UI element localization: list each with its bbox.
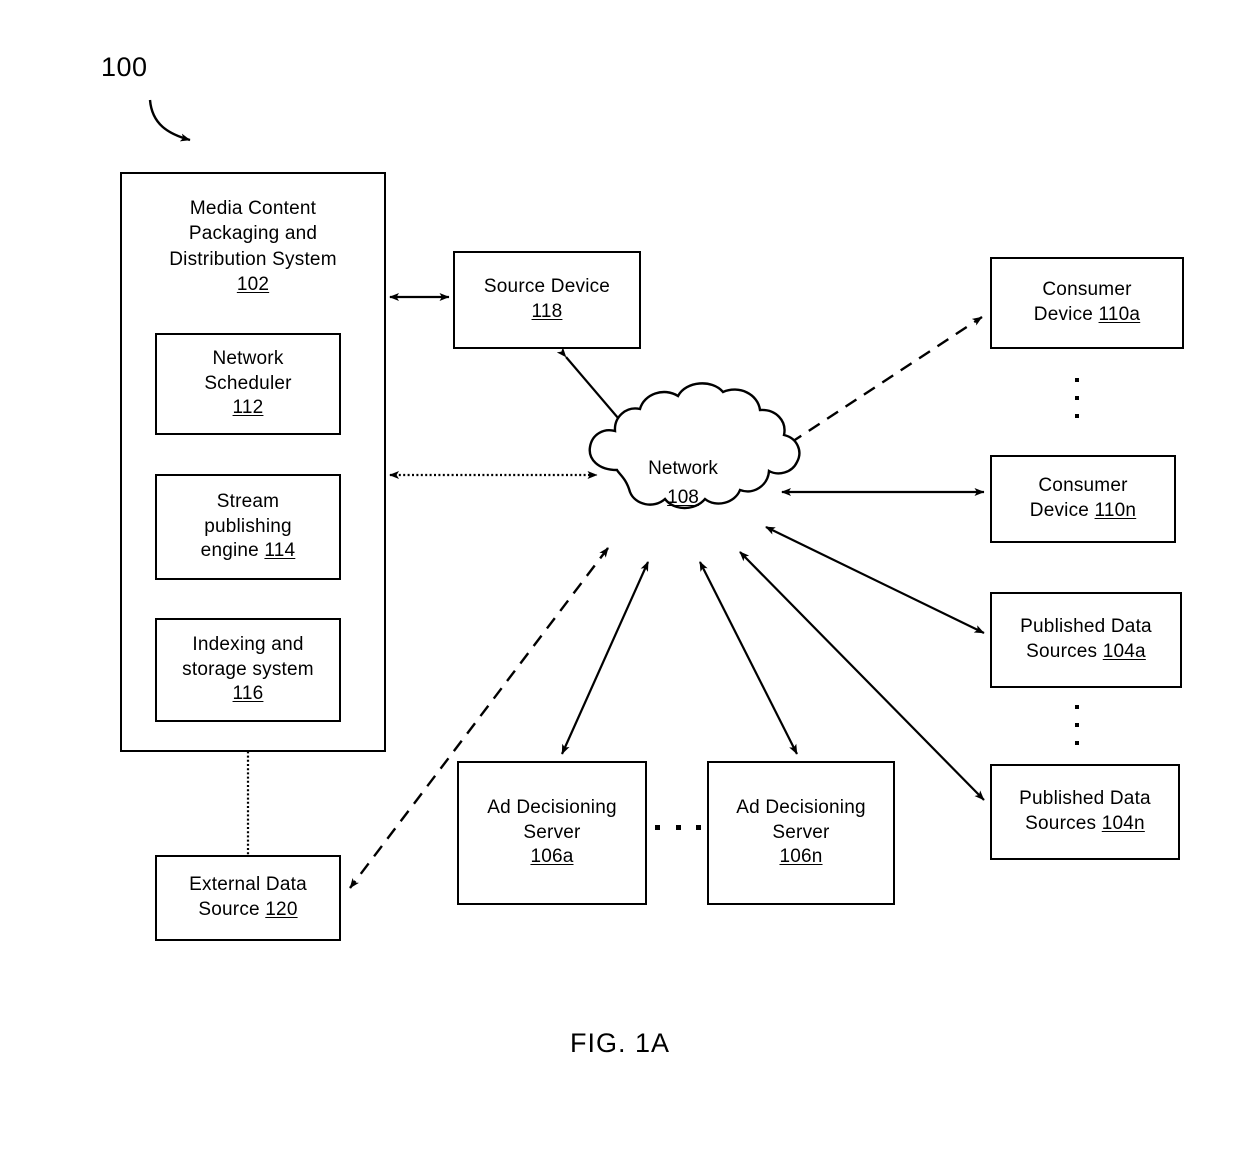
ellipsis-dot bbox=[1075, 741, 1079, 745]
ad-decisioning-servers-ellipsis bbox=[655, 825, 701, 830]
consumer-a-line-2: Device 110a bbox=[1034, 303, 1140, 328]
conn-network-published-a bbox=[765, 526, 985, 634]
ellipsis-dot bbox=[1075, 723, 1079, 727]
indexing-ref: 116 bbox=[232, 683, 264, 705]
consumer-n-line-2-text: Device bbox=[1029, 500, 1095, 521]
ad-decisioning-server-n-box: Ad Decisioning Server 106n bbox=[707, 761, 895, 905]
published-a-line-2: Sources 104a bbox=[1026, 640, 1146, 665]
system-ref: 102 bbox=[236, 273, 270, 295]
indexing-and-storage-system-box: Indexing and storage system 116 bbox=[155, 618, 341, 722]
network-scheduler-box: Network Scheduler 112 bbox=[155, 333, 341, 435]
stream-publishing-line-2: publishing bbox=[204, 515, 292, 537]
external-ref: 120 bbox=[265, 899, 298, 920]
stream-publishing-ref: 114 bbox=[264, 540, 296, 562]
stream-publishing-engine-box: Stream publishing engine 114 bbox=[155, 474, 341, 580]
system-title: Media Content Packaging and Distribution… bbox=[169, 196, 336, 297]
figure-reference-tag: 100 bbox=[101, 52, 148, 82]
conn-network-consumer-a bbox=[771, 315, 983, 457]
published-data-sources-ellipsis bbox=[1070, 705, 1084, 745]
stream-publishing-line-3-text: engine bbox=[200, 540, 265, 562]
ellipsis-dot bbox=[1075, 414, 1079, 418]
ellipsis-dot bbox=[675, 825, 681, 830]
network-scheduler-line-2: Scheduler bbox=[204, 372, 292, 394]
consumer-devices-ellipsis bbox=[1070, 378, 1084, 418]
ad-server-n-ref: 106n bbox=[779, 846, 823, 868]
consumer-device-n-box: Consumer Device 110n bbox=[990, 455, 1176, 543]
external-data-source-box: External Data Source 120 bbox=[155, 855, 341, 941]
external-line-2: Source 120 bbox=[198, 898, 297, 923]
indexing-line-1: Indexing and bbox=[192, 633, 304, 655]
network-line-1: Network bbox=[648, 458, 718, 479]
ad-server-a-ref: 106a bbox=[530, 846, 574, 868]
ad-server-a-line-1: Ad Decisioning bbox=[487, 796, 617, 818]
consumer-n-line-1: Consumer bbox=[1038, 475, 1128, 497]
indexing-line-2: storage system bbox=[182, 658, 314, 680]
published-data-sources-n-box: Published Data Sources 104n bbox=[990, 764, 1180, 860]
published-n-ref: 104n bbox=[1101, 813, 1145, 834]
ad-decisioning-server-a-box: Ad Decisioning Server 106a bbox=[457, 761, 647, 905]
conn-network-ad-server-a bbox=[560, 561, 650, 755]
ad-server-n-line-1: Ad Decisioning bbox=[736, 796, 866, 818]
system-title-line-3: Distribution System bbox=[169, 248, 337, 270]
source-device-box: Source Device 118 bbox=[453, 251, 641, 349]
consumer-device-a-box: Consumer Device 110a bbox=[990, 257, 1184, 349]
ellipsis-dot bbox=[1075, 705, 1079, 709]
network-cloud-label: Network 108 bbox=[588, 455, 778, 512]
ellipsis-dot bbox=[655, 825, 660, 830]
conn-source-device-network bbox=[556, 347, 639, 442]
figure-canvas: 100 Media Content Packaging and Distribu… bbox=[0, 0, 1240, 1164]
system-title-line-1: Media Content bbox=[189, 198, 317, 219]
system-title-line-2: Packaging and bbox=[188, 223, 318, 245]
published-a-ref: 104a bbox=[1102, 641, 1146, 662]
ad-server-a-line-2: Server bbox=[523, 821, 581, 843]
stream-publishing-line-1: Stream bbox=[216, 490, 280, 512]
conn-network-ad-server-n bbox=[699, 561, 798, 755]
published-data-sources-a-box: Published Data Sources 104a bbox=[990, 592, 1182, 688]
source-device-line-1: Source Device bbox=[483, 276, 611, 298]
consumer-a-ref: 110a bbox=[1098, 304, 1141, 325]
external-line-2-text: Source bbox=[198, 899, 266, 920]
ellipsis-dot bbox=[1075, 396, 1079, 400]
network-scheduler-line-1: Network bbox=[212, 347, 284, 369]
ref-100-leader bbox=[148, 99, 191, 142]
consumer-n-ref: 110n bbox=[1094, 500, 1137, 521]
external-line-1: External Data bbox=[189, 874, 307, 896]
ellipsis-dot bbox=[1075, 378, 1079, 382]
published-n-line-1: Published Data bbox=[1019, 788, 1151, 810]
published-n-line-2-text: Sources bbox=[1025, 813, 1102, 834]
ad-server-n-line-2: Server bbox=[772, 821, 830, 843]
consumer-a-line-2-text: Device bbox=[1033, 304, 1099, 325]
consumer-a-line-1: Consumer bbox=[1042, 279, 1132, 301]
consumer-n-line-2: Device 110n bbox=[1030, 499, 1136, 524]
stream-publishing-line-3: engine 114 bbox=[201, 539, 296, 564]
published-a-line-2-text: Sources bbox=[1026, 641, 1103, 662]
network-scheduler-ref: 112 bbox=[232, 397, 264, 419]
ellipsis-dot bbox=[696, 825, 701, 830]
published-n-line-2: Sources 104n bbox=[1025, 812, 1145, 837]
source-device-ref: 118 bbox=[531, 301, 563, 322]
published-a-line-1: Published Data bbox=[1020, 616, 1152, 638]
network-ref: 108 bbox=[667, 486, 699, 508]
figure-caption: FIG. 1A bbox=[569, 1028, 671, 1058]
